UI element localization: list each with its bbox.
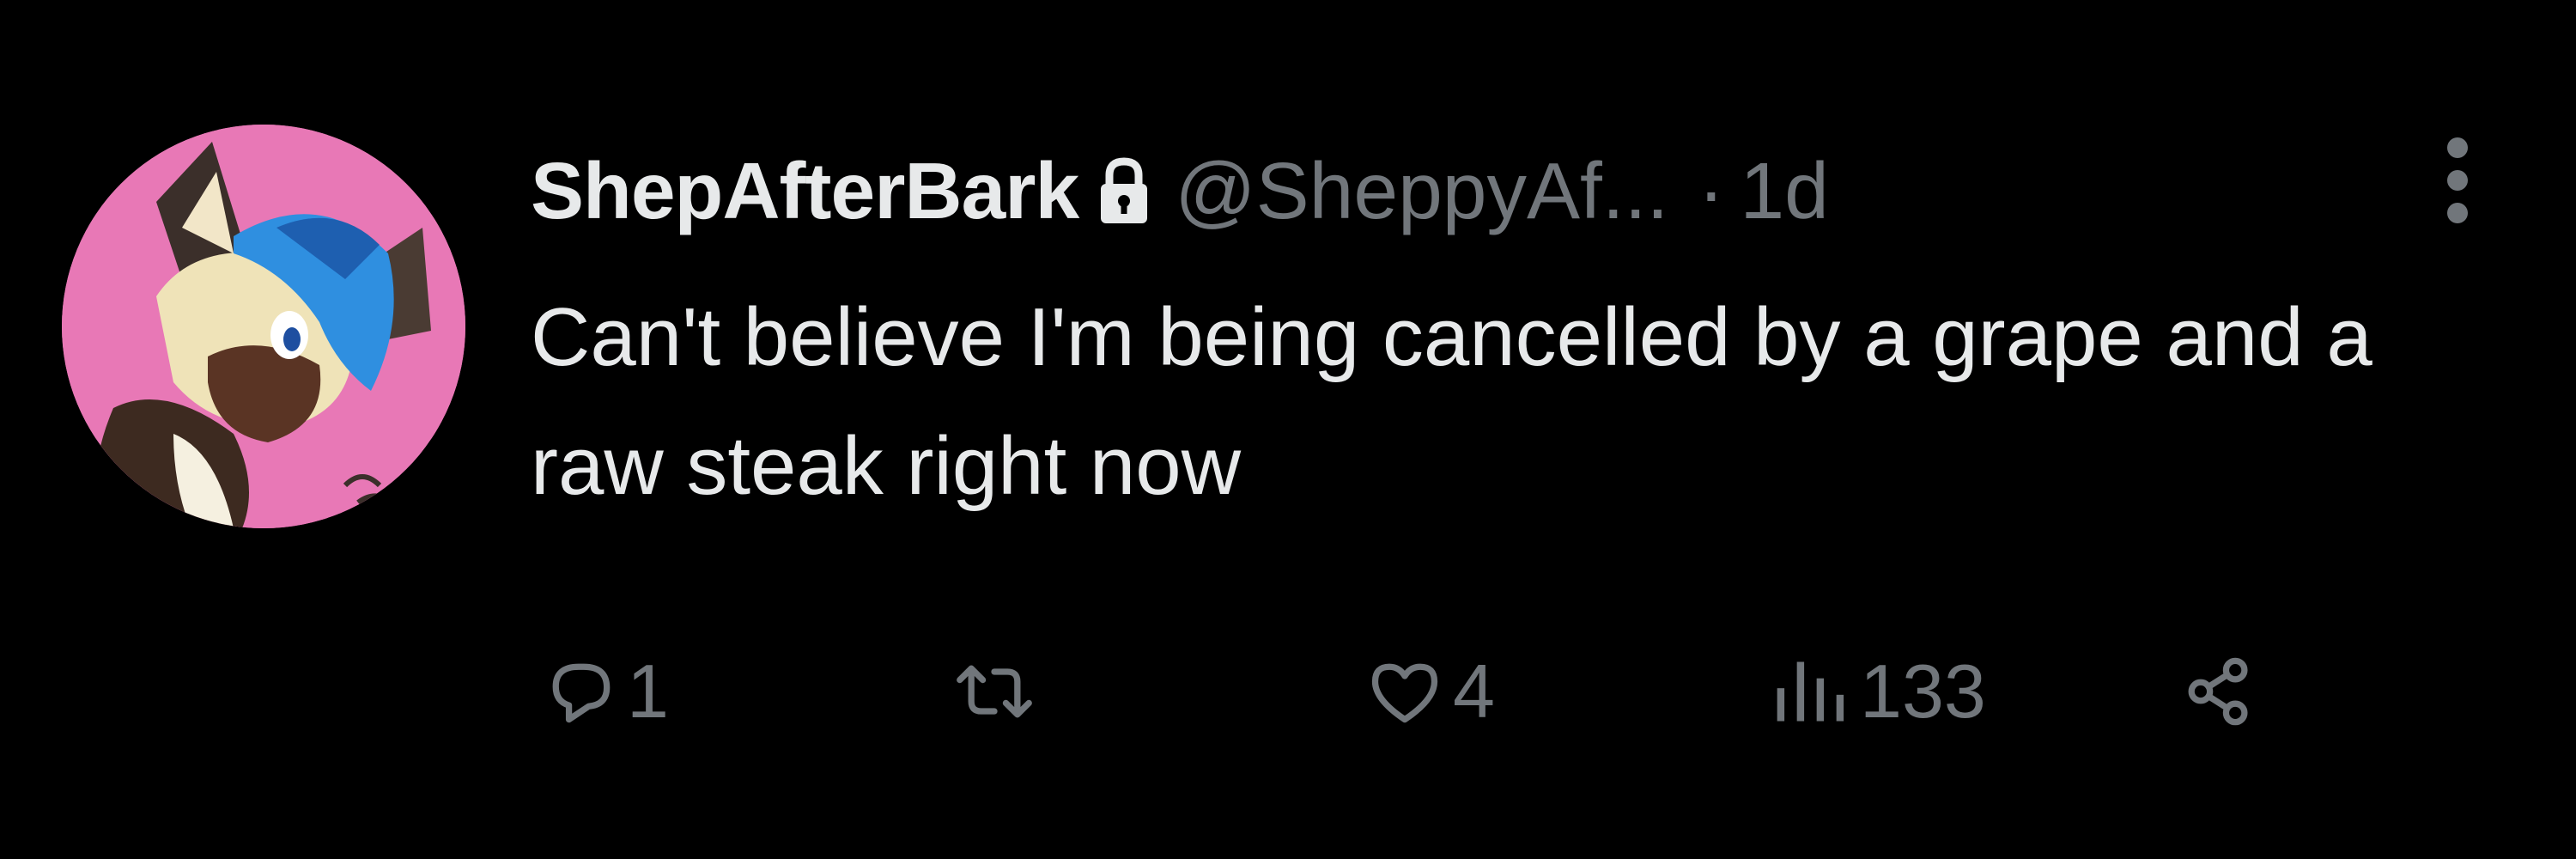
share-button[interactable] — [2179, 631, 2258, 752]
like-button[interactable]: 4 — [1364, 631, 1495, 752]
lock-icon — [1097, 156, 1151, 227]
views-button[interactable]: 133 — [1767, 631, 1986, 752]
reply-count: 1 — [627, 649, 669, 734]
heart-icon — [1371, 663, 1438, 723]
tweet-header: ShepAfterBark @SheppyAf... · 1d — [531, 137, 1829, 245]
display-name[interactable]: ShepAfterBark — [531, 145, 1079, 237]
separator-dot: · — [1698, 146, 1725, 235]
tweet[interactable]: ShepAfterBark @SheppyAf... · 1d Can't be… — [0, 0, 2576, 859]
avatar[interactable] — [62, 125, 465, 528]
more-vertical-icon[interactable] — [2445, 137, 2470, 223]
share-icon — [2188, 657, 2248, 726]
timestamp[interactable]: 1d — [1740, 145, 1828, 237]
reply-icon — [552, 663, 611, 723]
views-bar-chart-icon — [1777, 661, 1844, 722]
like-count: 4 — [1453, 649, 1495, 734]
retweet-button[interactable] — [951, 631, 1044, 752]
user-handle[interactable]: @SheppyAf... — [1175, 145, 1668, 237]
tweet-text: Can't believe I'm being cancelled by a g… — [531, 291, 2372, 512]
retweet-icon — [957, 665, 1032, 718]
avatar-image — [62, 125, 465, 528]
views-count: 133 — [1860, 649, 1986, 734]
reply-button[interactable]: 1 — [541, 631, 669, 752]
tweet-actions: 1 4 133 — [531, 631, 2334, 752]
